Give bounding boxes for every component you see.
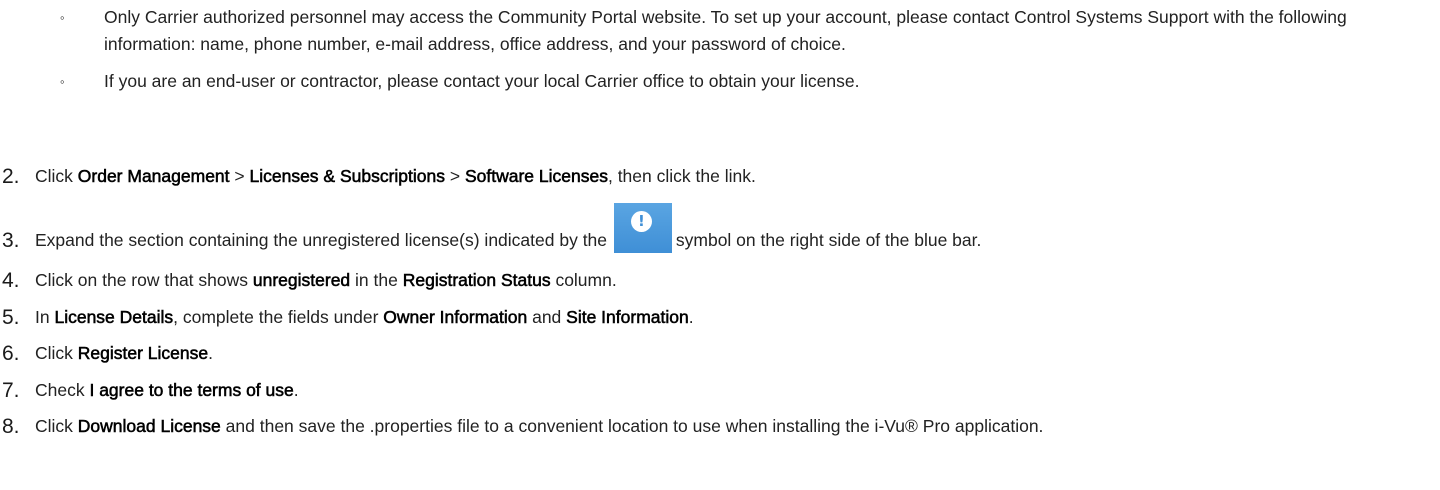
step-text-part: in the (350, 270, 403, 290)
bullet-item: ◦ If you are an end-user or contractor, … (58, 68, 1428, 95)
step-text-part: Click (35, 416, 78, 436)
step-text-part: . (688, 307, 694, 327)
step-text-part: and (527, 307, 567, 327)
step-text: Expand the section containing the unregi… (35, 203, 1415, 254)
ui-term-owner-information: Owner Information (383, 307, 528, 328)
bullet-text: Only Carrier authorized personnel may ac… (104, 7, 1347, 54)
step-text-part: . (208, 343, 214, 363)
bullet-marker: ◦ (60, 10, 65, 25)
step-number: 7. (2, 379, 20, 402)
step-text: Click Register License. (35, 340, 1415, 367)
ui-term-licenses-subscriptions: Licenses & Subscriptions (249, 166, 446, 187)
ui-term-download-license: Download License (77, 416, 222, 437)
step-number: 3. (2, 229, 20, 252)
step-text: Click on the row that shows unregistered… (35, 267, 1415, 294)
step-text: In License Details, complete the fields … (35, 304, 1415, 331)
ui-term-registration-status: Registration Status (402, 270, 551, 291)
step-number: 2. (2, 165, 20, 188)
ui-term-register-license: Register License (77, 343, 209, 364)
step-text-part: Click (35, 343, 78, 363)
ui-term-unregistered: unregistered (252, 270, 351, 291)
bullet-item: ◦ Only Carrier authorized personnel may … (58, 4, 1428, 58)
step-text-part: . (293, 380, 299, 400)
step-text-part: Expand the section containing the unregi… (35, 230, 612, 250)
step-text-part: > (229, 166, 250, 186)
document-page: ◦ Only Carrier authorized personnel may … (0, 0, 1440, 490)
bullet-marker: ◦ (60, 74, 65, 89)
ui-term-software-licenses: Software Licenses (464, 166, 609, 187)
step-number: 5. (2, 306, 20, 329)
step-text-part: symbol on the right side of the blue bar… (675, 230, 982, 250)
step-text-part: Click on the row that shows (35, 270, 253, 290)
step-text-part: , complete the fields under (173, 307, 384, 327)
step-text-part: column. (550, 270, 617, 290)
ui-term-license-details: License Details (54, 307, 174, 328)
step-text-part: and then save the .properties file to a … (220, 416, 1044, 436)
step-text: Click Download License and then save the… (35, 413, 1415, 440)
step-text-part: Click (35, 166, 78, 186)
step-text-part: Check (35, 380, 90, 400)
step-number: 8. (2, 415, 20, 438)
step-text-part: > (445, 166, 465, 186)
step-number: 6. (2, 342, 20, 365)
ui-term-order-management: Order Management (77, 166, 230, 187)
step-text: Check I agree to the terms of use. (35, 377, 1415, 404)
bullet-list: ◦ Only Carrier authorized personnel may … (58, 4, 1428, 95)
step-text-part: In (35, 307, 55, 327)
bullet-text: If you are an end-user or contractor, pl… (104, 71, 860, 91)
unregistered-alert-icon: ! (613, 203, 672, 254)
step-number: 4. (2, 269, 20, 292)
ui-term-site-information: Site Information (566, 307, 689, 328)
ui-term-agree-terms: I agree to the terms of use (89, 380, 294, 401)
step-text-part: , then click the link. (607, 166, 756, 186)
step-text: Click Order Management > Licenses & Subs… (35, 163, 1415, 190)
exclamation-icon: ! (630, 211, 652, 233)
